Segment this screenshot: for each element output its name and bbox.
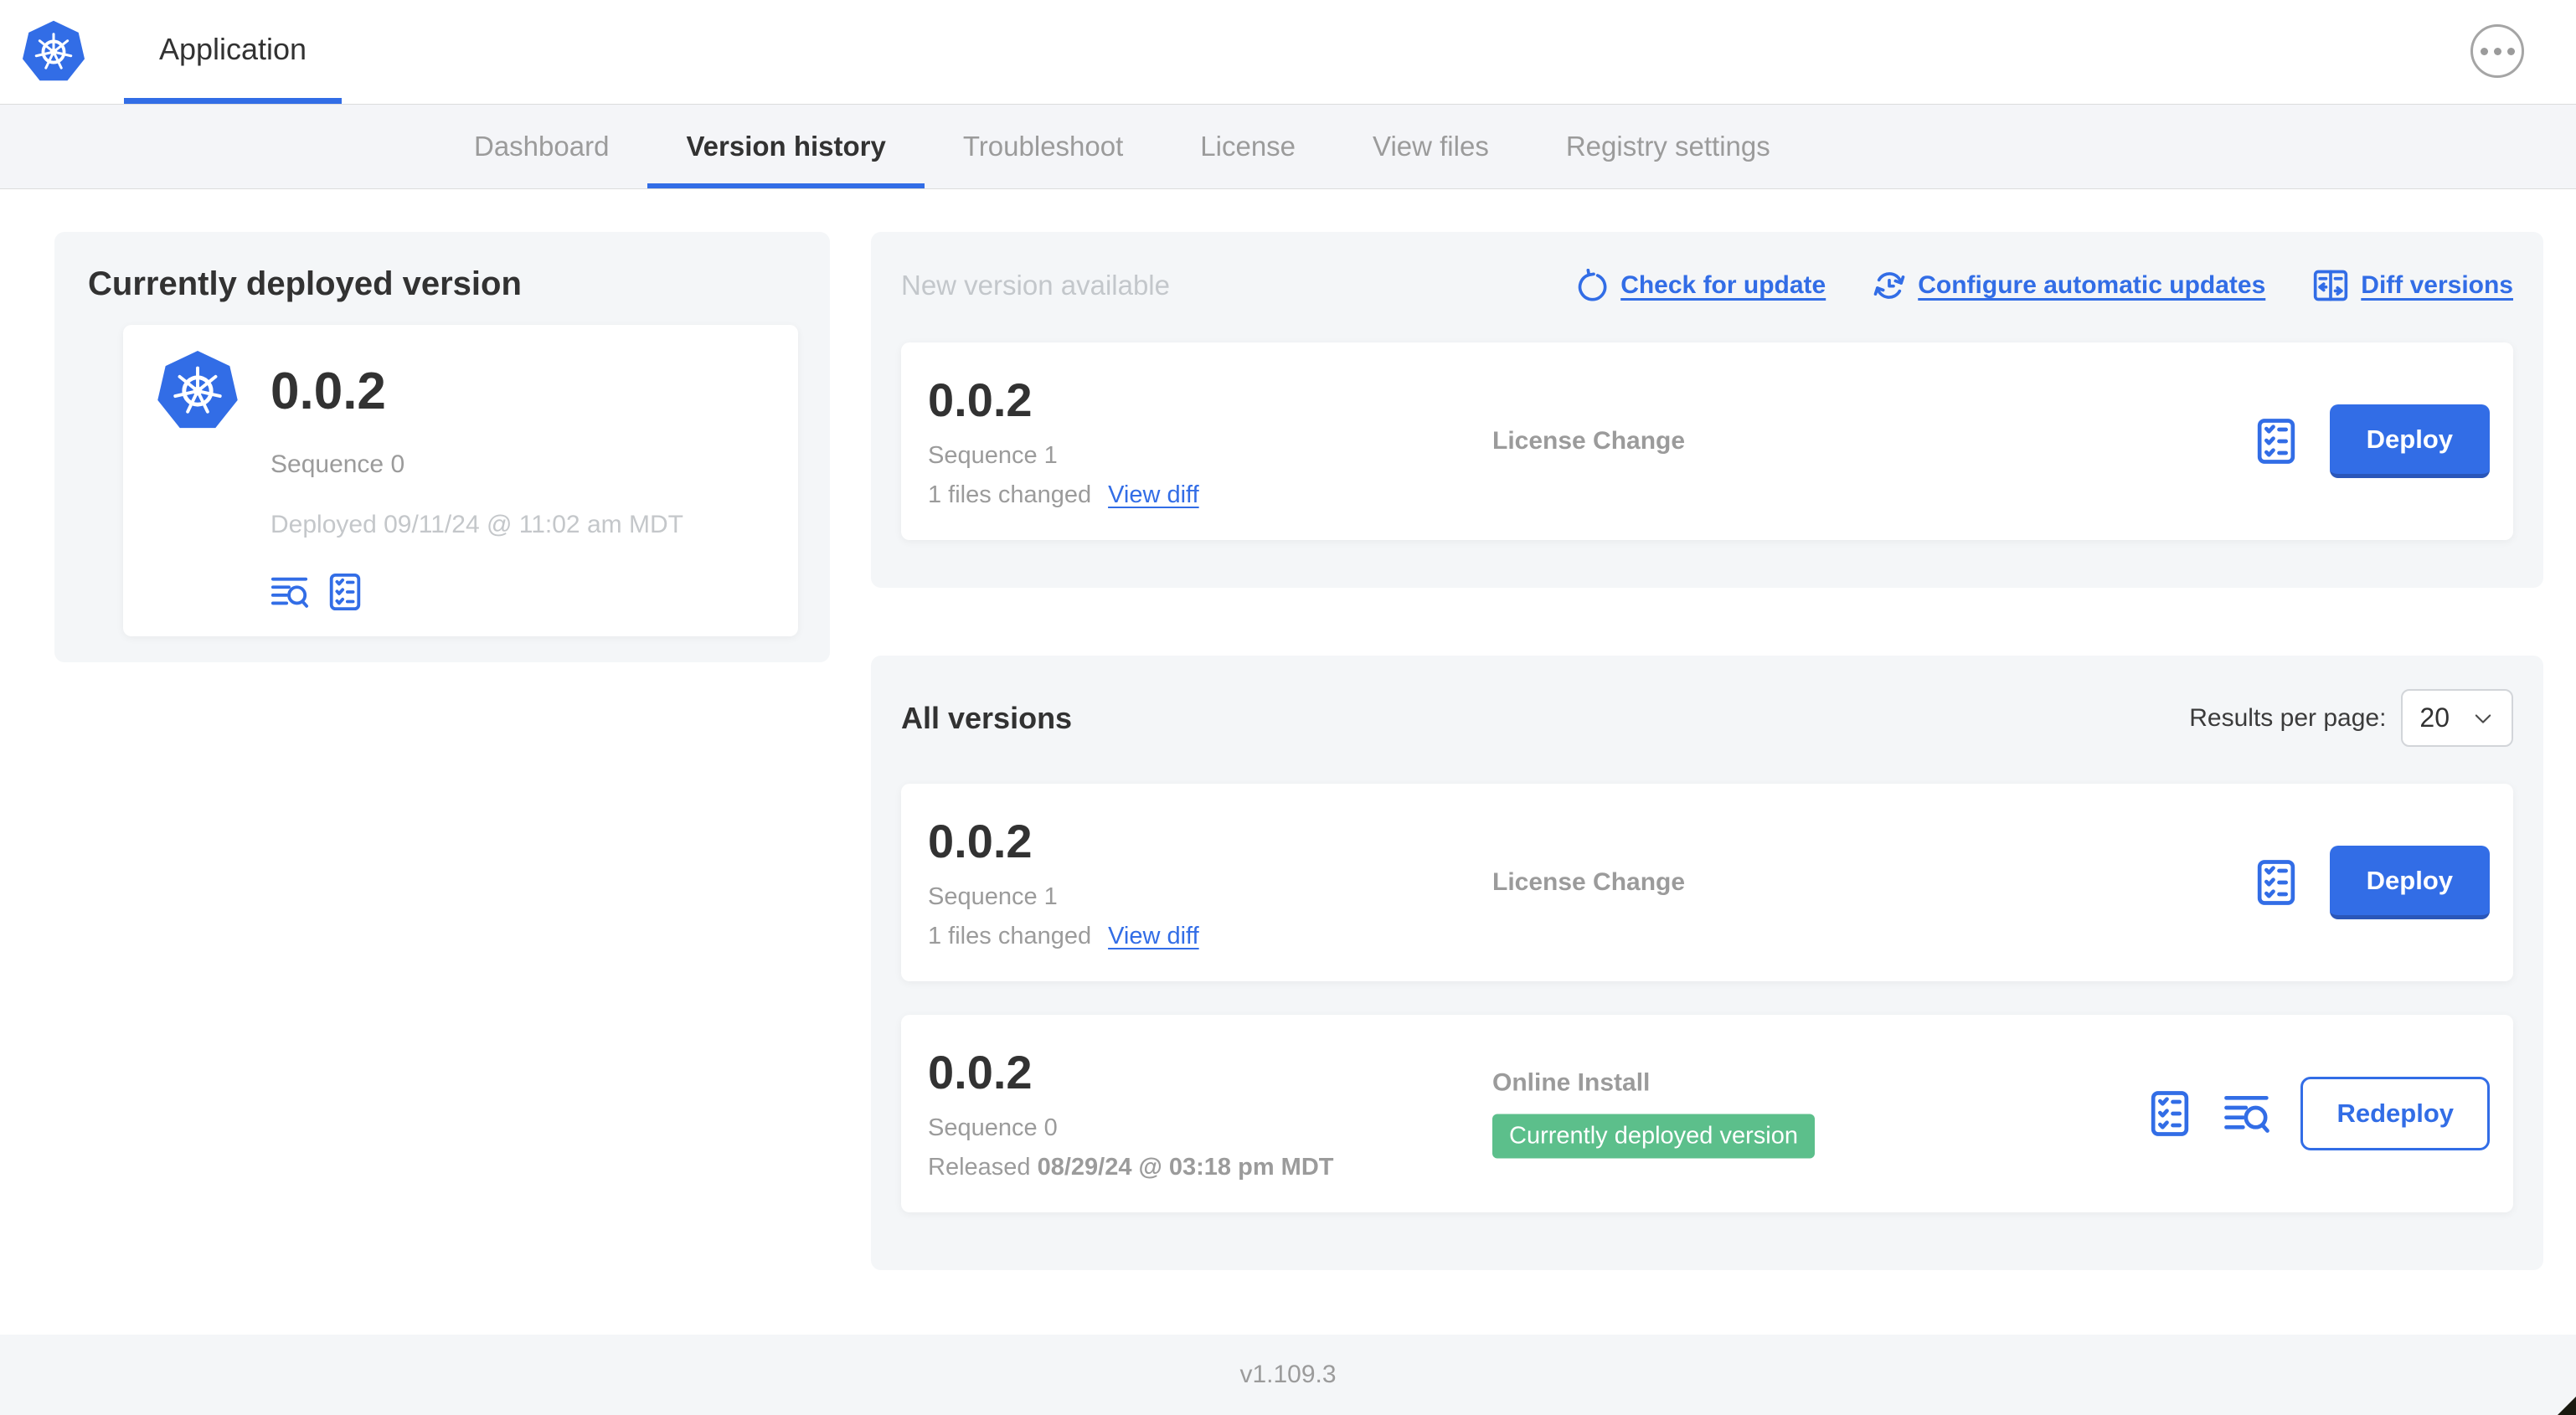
redeploy-button[interactable]: Redeploy xyxy=(2300,1077,2490,1150)
files-changed: 1 files changed xyxy=(928,923,1092,949)
clock-refresh-icon xyxy=(1873,272,1905,299)
view-diff-link[interactable]: View diff xyxy=(1108,923,1199,950)
view-diff-link[interactable]: View diff xyxy=(1108,481,1199,509)
currently-deployed-card: Currently deployed version 0.0.2 Sequenc… xyxy=(54,232,830,662)
version-number: 0.0.2 xyxy=(928,1046,1033,1099)
checklist-icon xyxy=(2253,859,2300,906)
version-sequence: Sequence 1 xyxy=(928,883,1058,910)
app-title: Application xyxy=(158,31,307,66)
results-per-page-label: Results per page: xyxy=(2189,703,2387,732)
preflight-checks-button[interactable] xyxy=(326,573,364,611)
deploy-button[interactable]: Deploy xyxy=(2329,846,2490,919)
preflight-checks-button[interactable] xyxy=(2253,859,2300,906)
new-version-row: 0.0.2 Sequence 1 1 files changed View di… xyxy=(901,342,2513,540)
all-versions-title: All versions xyxy=(901,700,1073,735)
version-number: 0.0.2 xyxy=(928,815,1033,867)
results-per-page-select[interactable]: 20 xyxy=(2401,689,2513,747)
version-source: License Change xyxy=(1492,868,1686,896)
kubernetes-app-icon xyxy=(157,350,239,432)
mouse-cursor-artifact xyxy=(2558,1397,2576,1415)
deployed-timestamp: Deployed 09/11/24 @ 11:02 am MDT xyxy=(270,511,683,538)
version-sequence: Sequence 0 xyxy=(928,1114,1058,1141)
preflight-checks-button[interactable] xyxy=(2146,1090,2193,1137)
check-for-update-link[interactable]: Check for update xyxy=(1575,269,1826,302)
tab-troubleshoot[interactable]: Troubleshoot xyxy=(925,105,1162,188)
view-logs-button[interactable] xyxy=(2223,1090,2270,1137)
app-tab-application[interactable]: Application xyxy=(124,0,342,104)
checklist-icon xyxy=(2146,1090,2193,1137)
diff-icon xyxy=(2314,270,2348,301)
view-logs-button[interactable] xyxy=(270,573,309,611)
deployed-version-number: 0.0.2 xyxy=(270,362,386,420)
tab-license[interactable]: License xyxy=(1162,105,1334,188)
version-history-page: Application Dashboard Version history Tr… xyxy=(0,0,2576,1415)
footer: v1.109.3 xyxy=(0,1335,2576,1415)
tab-view-files[interactable]: View files xyxy=(1334,105,1528,188)
kubernetes-logo-icon xyxy=(22,20,85,83)
logs-icon xyxy=(270,577,309,608)
version-source: Online Install xyxy=(1492,1068,1651,1097)
deployed-card-title: Currently deployed version xyxy=(88,265,522,302)
new-version-title: New version available xyxy=(901,270,1170,301)
subnav: Dashboard Version history Troubleshoot L… xyxy=(0,104,2576,189)
tab-registry-settings[interactable]: Registry settings xyxy=(1528,105,1809,188)
refresh-icon xyxy=(1578,269,1607,301)
released-timestamp: Released 08/29/24 @ 03:18 pm MDT xyxy=(928,1154,1334,1181)
version-source: License Change xyxy=(1492,427,1686,455)
new-version-section: New version available Check for update C… xyxy=(871,232,2543,588)
more-menu-button[interactable] xyxy=(2470,24,2524,78)
checklist-icon xyxy=(329,573,361,611)
version-number: 0.0.2 xyxy=(928,373,1033,426)
files-changed: 1 files changed xyxy=(928,481,1092,508)
version-row-sequence-1: 0.0.2 Sequence 1 1 files changed View di… xyxy=(901,784,2513,981)
tab-version-history[interactable]: Version history xyxy=(647,105,924,188)
all-versions-section: All versions Results per page: 20 0.0.2 … xyxy=(871,656,2543,1270)
deployed-sequence: Sequence 0 xyxy=(270,450,405,478)
logs-icon xyxy=(2223,1090,2270,1137)
preflight-checks-button[interactable] xyxy=(2253,418,2300,465)
deploy-button[interactable]: Deploy xyxy=(2329,404,2490,478)
tab-dashboard[interactable]: Dashboard xyxy=(435,105,647,188)
currently-deployed-badge: Currently deployed version xyxy=(1492,1114,1815,1159)
version-row-sequence-0: 0.0.2 Sequence 0 Released 08/29/24 @ 03:… xyxy=(901,1015,2513,1212)
configure-automatic-updates-link[interactable]: Configure automatic updates xyxy=(1873,269,2265,302)
deployed-version-card: 0.0.2 Sequence 0 Deployed 09/11/24 @ 11:… xyxy=(123,325,798,636)
chevron-down-icon xyxy=(2475,713,2491,723)
ellipsis-icon xyxy=(2480,47,2488,55)
app-header: Application xyxy=(0,0,2576,104)
checklist-icon xyxy=(2253,418,2300,465)
version-sequence: Sequence 1 xyxy=(928,442,1058,469)
console-version: v1.109.3 xyxy=(1239,1361,1337,1388)
diff-versions-link[interactable]: Diff versions xyxy=(2312,267,2513,304)
